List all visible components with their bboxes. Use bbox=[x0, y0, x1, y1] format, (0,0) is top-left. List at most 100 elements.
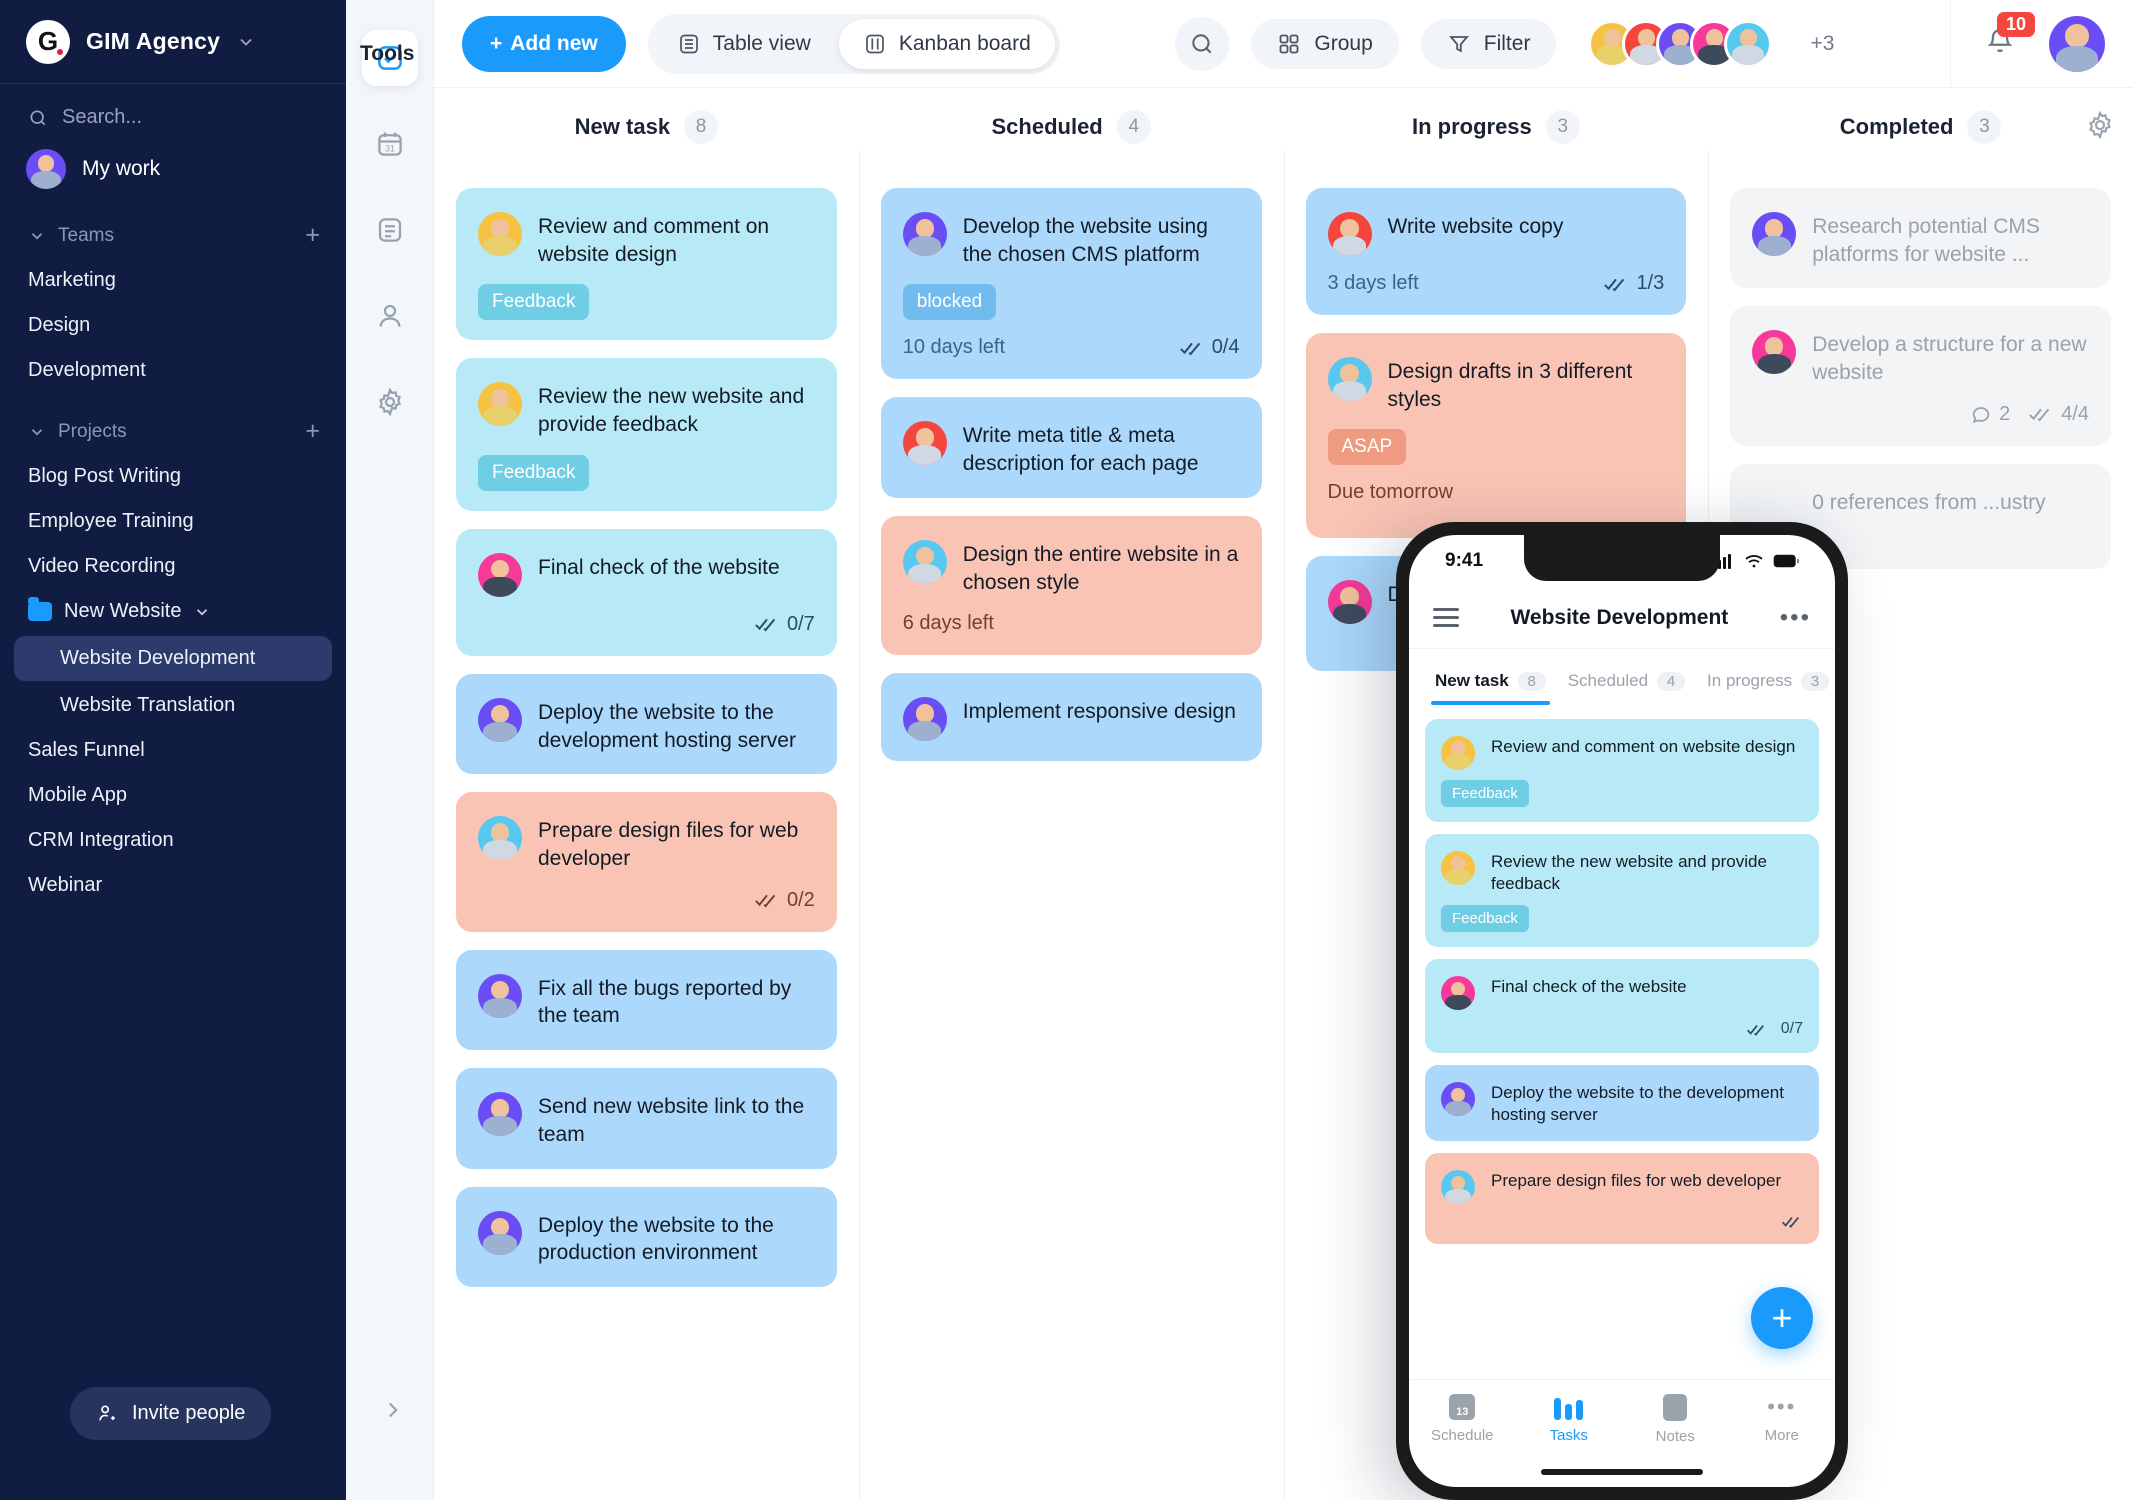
column-header[interactable]: New task 8 bbox=[456, 88, 837, 166]
workspace-switcher[interactable]: G GIM Agency bbox=[0, 0, 346, 84]
task-card[interactable]: Write website copy 3 days left 1/3 bbox=[1305, 188, 1687, 315]
phone-header: Website Development ••• bbox=[1409, 587, 1835, 649]
phone-tabbar-notes[interactable]: Notes bbox=[1622, 1394, 1729, 1445]
filter-button[interactable]: Filter bbox=[1420, 18, 1557, 69]
task-card[interactable]: Review the new website and provide feedb… bbox=[1425, 834, 1819, 948]
phone-tabbar-tasks[interactable]: Tasks bbox=[1516, 1394, 1623, 1444]
search-input[interactable]: Search... bbox=[0, 84, 346, 139]
task-card[interactable]: Review and comment on website design Fee… bbox=[1425, 719, 1819, 822]
task-title: Fix all the bugs reported by the team bbox=[538, 976, 792, 1028]
sidebar-folder-new-website[interactable]: New Website bbox=[0, 589, 346, 634]
checklist-count: 0/2 bbox=[754, 889, 815, 912]
notifications-button[interactable]: 10 bbox=[1985, 12, 2036, 61]
task-card[interactable]: Design drafts in 3 different styles ASAP… bbox=[1305, 333, 1687, 538]
rail-item-settings[interactable] bbox=[362, 374, 418, 430]
group-button[interactable]: Group bbox=[1251, 18, 1399, 69]
sidebar-item-website-translation[interactable]: Website Translation bbox=[0, 683, 346, 728]
task-card[interactable]: Develop a structure for a new website 2 … bbox=[1730, 306, 2111, 446]
more-icon[interactable]: ••• bbox=[1780, 605, 1811, 630]
avatar[interactable] bbox=[1724, 19, 1773, 68]
invite-people-button[interactable]: Invite people bbox=[70, 1387, 272, 1440]
menu-icon[interactable] bbox=[1433, 608, 1459, 627]
member-avatars[interactable] bbox=[1588, 19, 1773, 68]
collapse-sidebar-button[interactable] bbox=[380, 1397, 406, 1430]
calendar-icon: 31 bbox=[377, 132, 402, 156]
sidebar-item-blog-post-writing[interactable]: Blog Post Writing bbox=[0, 454, 346, 499]
teams-label: Teams bbox=[58, 224, 114, 246]
sidebar-item-sales-funnel[interactable]: Sales Funnel bbox=[0, 728, 346, 773]
chevron-down-icon bbox=[197, 608, 208, 615]
task-card[interactable]: Final check of the website 0/7 bbox=[456, 528, 837, 656]
sidebar-item-employee-training[interactable]: Employee Training bbox=[0, 499, 346, 544]
double-check-icon bbox=[1604, 278, 1625, 291]
task-card[interactable]: Design the entire website in a chosen st… bbox=[880, 515, 1262, 656]
column-header[interactable]: In progress 3 bbox=[1306, 88, 1687, 166]
avatar bbox=[478, 382, 522, 427]
phone-tabbar-schedule[interactable]: 13 Schedule bbox=[1409, 1394, 1516, 1444]
kanban-board: New task 8 Review and comment on website… bbox=[434, 88, 2133, 1500]
checklist-count: 0/7 bbox=[1441, 1020, 1803, 1038]
sidebar-item-website-development[interactable]: Website Development bbox=[14, 636, 332, 681]
task-card[interactable]: Review the new website and provide feedb… bbox=[456, 358, 837, 511]
sidebar-item-development[interactable]: Development bbox=[0, 348, 346, 393]
sidebar-item-label: Sales Funnel bbox=[28, 739, 145, 761]
brand-logo: G bbox=[26, 19, 70, 64]
more-members-count[interactable]: +3 bbox=[1810, 32, 1834, 56]
task-card[interactable]: Review and comment on website design Fee… bbox=[456, 188, 837, 341]
task-card[interactable]: Fix all the bugs reported by the team bbox=[456, 949, 837, 1051]
task-card[interactable]: Develop the website using the chosen CMS… bbox=[880, 188, 1262, 380]
user-avatar[interactable] bbox=[2049, 15, 2105, 72]
task-card[interactable]: Prepare design files for web developer bbox=[1425, 1153, 1819, 1245]
teams-section-header[interactable]: Teams + bbox=[0, 197, 346, 258]
rail-item-notes[interactable] bbox=[362, 202, 418, 258]
sidebar-item-design[interactable]: Design bbox=[0, 303, 346, 348]
sidebar-item-crm-integration[interactable]: CRM Integration bbox=[0, 818, 346, 863]
avatar bbox=[1441, 1170, 1475, 1205]
task-card[interactable]: Deploy the website to the development ho… bbox=[1425, 1065, 1819, 1142]
sidebar-item-my-work[interactable]: My work bbox=[0, 139, 346, 197]
add-task-fab[interactable]: + bbox=[1751, 1287, 1813, 1349]
sidebar-item-mobile-app[interactable]: Mobile App bbox=[0, 773, 346, 818]
add-new-button[interactable]: + Add new bbox=[462, 15, 626, 72]
tab-table-view[interactable]: Table view bbox=[653, 19, 835, 69]
task-title: Develop the website using the chosen CMS… bbox=[962, 215, 1208, 266]
sidebar-item-webinar[interactable]: Webinar bbox=[0, 863, 346, 908]
board-settings-button[interactable] bbox=[2085, 110, 2115, 145]
phone-tab-scheduled[interactable]: Scheduled 4 bbox=[1560, 665, 1693, 705]
sidebar-item-video-recording[interactable]: Video Recording bbox=[0, 544, 346, 589]
phone-tab-new-task[interactable]: New task 8 bbox=[1427, 665, 1554, 705]
task-card[interactable]: Final check of the website 0/7 bbox=[1425, 959, 1819, 1054]
sidebar-item-marketing[interactable]: Marketing bbox=[0, 258, 346, 303]
status-icons bbox=[1713, 553, 1799, 569]
task-card[interactable]: Prepare design files for web developer 0… bbox=[456, 792, 837, 932]
tabbar-label: Notes bbox=[1655, 1428, 1695, 1445]
chevron-down-icon[interactable] bbox=[236, 32, 256, 52]
tab-count: 3 bbox=[1801, 671, 1830, 691]
column-count: 3 bbox=[1967, 110, 2002, 144]
task-card[interactable]: Write meta title & meta description for … bbox=[880, 397, 1262, 498]
search-button[interactable] bbox=[1175, 16, 1230, 71]
task-title: Review the new website and provide feedb… bbox=[1491, 852, 1767, 894]
column-header[interactable]: Completed 3 bbox=[1730, 88, 2111, 166]
tab-kanban-board[interactable]: Kanban board bbox=[838, 18, 1055, 69]
add-team-button[interactable]: + bbox=[305, 223, 320, 248]
avatar bbox=[478, 816, 522, 861]
add-project-button[interactable]: + bbox=[305, 419, 320, 444]
phone-tabbar-more[interactable]: ••• More bbox=[1729, 1394, 1836, 1444]
status-badge: ASAP bbox=[1327, 429, 1407, 466]
task-title: Deploy the website to the production env… bbox=[538, 1213, 774, 1265]
task-card[interactable]: Implement responsive design bbox=[880, 673, 1262, 762]
task-card[interactable]: Deploy the website to the development ho… bbox=[456, 673, 837, 775]
projects-section-header[interactable]: Projects + bbox=[0, 393, 346, 454]
task-card[interactable]: Research potential CMS platforms for web… bbox=[1730, 188, 2111, 289]
rail-item-calendar[interactable]: 31 bbox=[362, 116, 418, 172]
column-header[interactable]: Scheduled 4 bbox=[881, 88, 1262, 166]
task-card[interactable]: Deploy the website to the production env… bbox=[456, 1186, 837, 1288]
chevron-down-icon bbox=[31, 428, 43, 436]
rail-item-contacts[interactable] bbox=[362, 288, 418, 344]
due-label: 3 days left bbox=[1327, 272, 1419, 294]
task-card[interactable]: Send new website link to the team bbox=[456, 1068, 837, 1169]
phone-tab-in-progress[interactable]: In progress 3 bbox=[1699, 665, 1835, 705]
phone-task-list: Review and comment on website design Fee… bbox=[1409, 705, 1835, 1379]
task-title: Write website copy bbox=[1387, 215, 1564, 238]
